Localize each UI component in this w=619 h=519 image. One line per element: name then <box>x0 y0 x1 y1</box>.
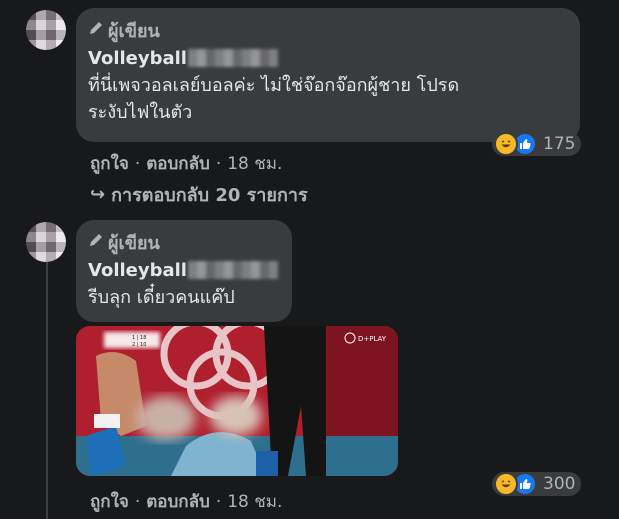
name-redaction <box>187 261 278 279</box>
haha-emoji-icon <box>494 472 518 496</box>
separator: · <box>215 491 222 512</box>
comment-actions: ถูกใจ · ตอบกลับ · 18 ชม. <box>90 150 282 177</box>
comment-text-line: ระงับไฟในตัว <box>88 102 193 123</box>
scoreboard-row: 2 | 10 <box>132 342 146 348</box>
commenter-name-text[interactable]: Volleyball <box>88 48 187 69</box>
commenter-name-text[interactable]: Volleyball <box>88 260 187 281</box>
reaction-summary[interactable]: 175 <box>492 132 582 156</box>
like-button[interactable]: ถูกใจ <box>90 488 129 515</box>
author-badge-label: ผู้เขียน <box>108 20 160 42</box>
channel-logo: D+PLAY <box>358 335 387 343</box>
name-redaction <box>187 49 278 67</box>
view-replies-link[interactable]: ↪ การตอบกลับ 20 รายการ <box>90 180 308 209</box>
author-badge: ผู้เขียน <box>88 228 280 256</box>
reaction-summary[interactable]: 300 <box>492 472 582 496</box>
reaction-count: 175 <box>543 134 576 154</box>
author-badge-label: ผู้เขียน <box>108 232 160 254</box>
avatar[interactable] <box>26 222 66 262</box>
separator: · <box>215 153 222 174</box>
pencil-icon <box>88 232 104 253</box>
like-button[interactable]: ถูกใจ <box>90 150 129 177</box>
avatar[interactable] <box>26 10 66 50</box>
haha-emoji-icon <box>494 132 518 156</box>
pencil-icon <box>88 20 104 41</box>
comment-bubble: ผู้เขียน Volleyball รีบลุก เดี๋ยวคนแค๊ป <box>76 220 292 322</box>
scoreboard-row: 1 | 18 <box>132 335 146 341</box>
reply-button[interactable]: ตอบกลับ <box>146 150 210 177</box>
comment-actions: ถูกใจ · ตอบกลับ · 18 ชม. <box>90 488 282 515</box>
reply-button[interactable]: ตอบกลับ <box>146 488 210 515</box>
comment-photo[interactable]: 1 | 18 2 | 10 D+PLAY <box>76 326 398 476</box>
timestamp[interactable]: 18 ชม. <box>227 488 282 515</box>
commenter-name[interactable]: Volleyball <box>88 44 568 72</box>
commenter-name[interactable]: Volleyball <box>88 256 280 284</box>
reaction-count: 300 <box>543 474 576 494</box>
reply-arrow-icon: ↪ <box>90 184 106 205</box>
timestamp[interactable]: 18 ชม. <box>227 150 282 177</box>
thread-line <box>46 262 48 519</box>
author-badge: ผู้เขียน <box>88 16 568 44</box>
comment-text-line: ที่นี่เพจวอลเลย์บอลค่ะ ไม่ใช่จ๊อกจ๊อกผู้… <box>88 75 460 96</box>
separator: · <box>134 153 141 174</box>
separator: · <box>134 491 141 512</box>
comment-text: รีบลุก เดี๋ยวคนแค๊ป <box>88 284 280 311</box>
view-replies-label[interactable]: การตอบกลับ 20 รายการ <box>111 180 308 209</box>
comment-text-line: รีบลุก เดี๋ยวคนแค๊ป <box>88 287 235 308</box>
comment-bubble: ผู้เขียน Volleyball ที่นี่เพจวอลเลย์บอลค… <box>76 8 580 142</box>
comment-text: ที่นี่เพจวอลเลย์บอลค่ะ ไม่ใช่จ๊อกจ๊อกผู้… <box>88 72 568 126</box>
